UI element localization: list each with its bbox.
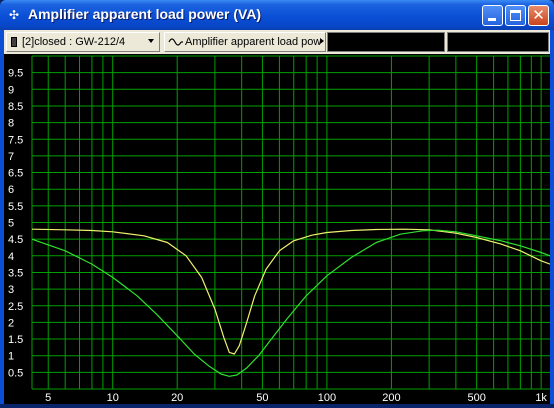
window-border-right: [550, 30, 554, 404]
y-tick-label: 9: [8, 84, 14, 96]
y-tick-label: 7.5: [8, 134, 23, 146]
measurement-selector[interactable]: Amplifier apparent load pow: [164, 32, 326, 52]
sine-wave-icon: [168, 38, 183, 46]
maximize-button[interactable]: [505, 5, 526, 26]
y-tick-label: 8.5: [8, 101, 23, 113]
close-button[interactable]: ✕: [528, 5, 549, 26]
x-tick-label: 20: [171, 392, 183, 404]
x-tick-label: 200: [382, 392, 400, 404]
y-tick-label: 3: [8, 284, 14, 296]
y-tick-label: 7: [8, 151, 14, 163]
x-tick-label: 50: [256, 392, 268, 404]
minimize-icon: [488, 18, 496, 21]
load-power-chart[interactable]: 0.5 1 1.5 2 2.5 3 3.5 4 4.5 5 5.5 6 6.5 7 7.5 8 8.5 9 9.5 5…: [4, 54, 551, 404]
close-icon: ✕: [532, 6, 545, 24]
measurement-selector-label: Amplifier apparent load pow: [185, 36, 322, 48]
chevron-right-icon: [320, 38, 324, 44]
title-bar[interactable]: ✣ Amplifier apparent load power (VA) ✕: [0, 0, 554, 30]
series-line-1: [31, 228, 551, 355]
y-tick-label: 2.5: [8, 301, 23, 313]
y-tick-label: 2: [8, 317, 14, 329]
x-tick-label: 500: [467, 392, 485, 404]
y-tick-label: 5: [8, 218, 14, 230]
readout-box-1: [327, 32, 445, 52]
y-tick-label: 0.5: [8, 367, 23, 379]
y-tick-label: 4: [8, 251, 14, 263]
toolbar: [2]closed : GW-212/4 Amplifier apparent …: [4, 30, 550, 54]
readout-box-2: [447, 32, 549, 52]
app-window: ✣ Amplifier apparent load power (VA) ✕ […: [0, 0, 554, 408]
maximize-icon: [510, 10, 521, 21]
crosshair-icon[interactable]: ✣: [7, 8, 21, 22]
x-tick-label: 5: [45, 392, 51, 404]
x-tick-label: 10: [107, 392, 119, 404]
y-tick-label: 1: [8, 351, 14, 363]
chevron-down-icon: [148, 39, 154, 43]
x-tick-label: 1k: [535, 392, 547, 404]
y-tick-label: 6.5: [8, 168, 23, 180]
x-tick-label: 100: [318, 392, 336, 404]
device-icon: [11, 37, 17, 47]
plot-area[interactable]: 0.5 1 1.5 2 2.5 3 3.5 4 4.5 5 5.5 6 6.5 7 7.5 8 8.5 9 9.5 5…: [4, 54, 551, 404]
y-tick-label: 4.5: [8, 234, 23, 246]
loudspeaker-selector[interactable]: [2]closed : GW-212/4: [6, 32, 160, 52]
window-title: Amplifier apparent load power (VA): [28, 6, 262, 22]
y-tick-label: 8: [8, 118, 14, 130]
y-tick-label: 3.5: [8, 267, 23, 279]
y-tick-label: 5.5: [8, 201, 23, 213]
loudspeaker-selector-label: [2]closed : GW-212/4: [22, 36, 126, 48]
series-line-2: [31, 229, 551, 377]
minimize-button[interactable]: [482, 5, 503, 26]
window-border-bottom: [0, 404, 554, 408]
y-tick-label: 1.5: [8, 334, 23, 346]
y-tick-label: 9.5: [8, 68, 23, 80]
y-tick-label: 6: [8, 184, 14, 196]
